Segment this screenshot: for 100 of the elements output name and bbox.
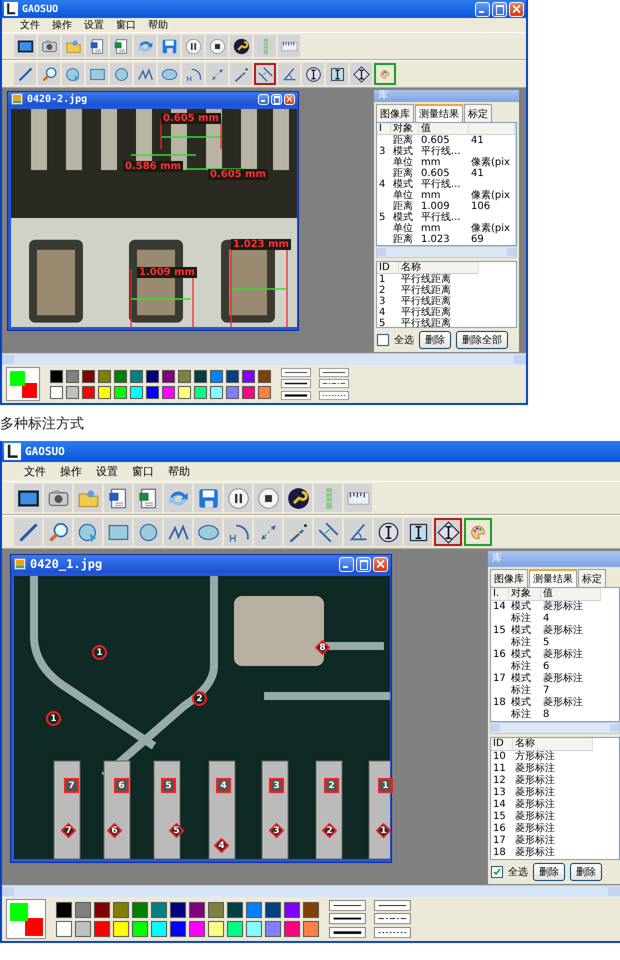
measurement-label: 0.586 mm — [123, 161, 183, 172]
column-header: 对象 — [509, 588, 541, 601]
list-item[interactable]: 11 — [491, 763, 513, 775]
window-title: GAOSUO — [25, 445, 66, 458]
table-cell-text: 平行线... — [420, 146, 462, 157]
tab[interactable]: 图像库 — [376, 104, 414, 122]
list-item[interactable]: 方形标注 — [513, 751, 593, 763]
diamond-marker: 5 — [169, 823, 184, 838]
table-cell-text: 模式 — [392, 179, 414, 190]
list-item[interactable]: 1 — [377, 274, 399, 285]
diamond-marker: 3 — [269, 823, 284, 838]
list-item[interactable]: 4 — [377, 307, 399, 318]
delete-all-button[interactable]: 删除 — [570, 863, 602, 881]
table-cell-text: 距离 — [392, 201, 414, 212]
column-header: 名称 — [399, 262, 479, 274]
tab[interactable]: 图像库 — [490, 569, 528, 587]
list-item[interactable]: 平行线距离 — [399, 318, 479, 327]
table-cell-text: 菱形标注 — [542, 697, 584, 709]
list-item[interactable]: 菱形标注 — [513, 775, 593, 787]
list-item[interactable]: 平行线距离 — [399, 274, 479, 285]
measurement-label: 0.605 mm — [208, 169, 268, 180]
menu-item[interactable]: 帮助 — [168, 464, 190, 479]
diamond-marker: 8 — [315, 640, 330, 655]
table-cell-text: 0.605 — [420, 168, 450, 179]
table-cell-text: 4 — [542, 613, 550, 624]
list-item[interactable]: 菱形标注 — [513, 835, 593, 847]
menu-item[interactable]: 操作 — [60, 464, 82, 479]
square-marker: 5 — [161, 778, 176, 793]
table-cell-text: 菱形标注 — [542, 649, 584, 661]
table-cell-text: 像素(pix — [470, 190, 511, 201]
menu-item[interactable]: 设置 — [96, 464, 118, 479]
table-cell-text: 41 — [470, 168, 485, 179]
square-marker: 7 — [64, 778, 79, 793]
list-item[interactable]: 14 — [491, 799, 513, 811]
tab[interactable]: 测量结果 — [529, 569, 577, 587]
list-item[interactable]: 15 — [491, 811, 513, 823]
diamond-marker: 6 — [107, 823, 122, 838]
table-cell-text: 5 — [542, 637, 550, 648]
list-item[interactable]: 17 — [491, 835, 513, 847]
list-item[interactable]: 平行线距离 — [399, 296, 479, 307]
table-cell-text: 4 — [378, 179, 386, 190]
list-item[interactable]: 16 — [491, 823, 513, 835]
menu-item[interactable]: 设置 — [84, 18, 104, 32]
table-cell-text: 单位 — [392, 157, 414, 168]
table-cell-text: 18 — [492, 697, 507, 709]
list-item[interactable]: 13 — [491, 787, 513, 799]
delete-all-button[interactable]: 删除全部 — [456, 331, 508, 349]
table-cell-text: 8 — [542, 709, 550, 721]
measurement-label: 0.605 mm — [161, 113, 221, 124]
list-item[interactable]: 18 — [491, 847, 513, 859]
table-cell-text: 69 — [470, 234, 485, 245]
list-item[interactable]: 菱形标注 — [513, 847, 593, 859]
list-item[interactable]: 平行线距离 — [399, 285, 479, 296]
list-item[interactable]: 平行线距离 — [399, 307, 479, 318]
table-cell-text: 模式 — [510, 601, 532, 612]
table-cell-text: 模式 — [510, 697, 532, 708]
list-item[interactable]: 菱形标注 — [513, 787, 593, 799]
menu-item[interactable]: 帮助 — [148, 18, 168, 32]
menu-item[interactable]: 窗口 — [132, 464, 154, 479]
column-header: 值 — [419, 123, 469, 135]
tab[interactable]: 测量结果 — [415, 104, 463, 122]
list-item[interactable]: 12 — [491, 775, 513, 787]
table-cell-text: 模式 — [392, 146, 414, 157]
list-item[interactable]: 5 — [377, 318, 399, 327]
tab[interactable]: 标定 — [578, 569, 606, 587]
menu-item[interactable]: 操作 — [52, 18, 72, 32]
list-item[interactable]: 菱形标注 — [513, 811, 593, 823]
list-item[interactable]: 菱形标注 — [513, 823, 593, 835]
caption: 多种标注方式 — [0, 415, 85, 433]
list-item[interactable]: 2 — [377, 285, 399, 296]
table-cell-text: 平行线... — [420, 179, 462, 190]
table-cell-text: 单位 — [392, 190, 414, 201]
table-cell-text: 106 — [470, 201, 492, 212]
table-cell-text: 平行线... — [420, 212, 462, 223]
column-header: I — [377, 123, 391, 135]
list-item[interactable]: 3 — [377, 296, 399, 307]
menu-item[interactable]: 文件 — [20, 18, 40, 32]
table-cell-text: 模式 — [510, 649, 532, 660]
column-header: I. — [491, 588, 509, 601]
list-item[interactable]: 10 — [491, 751, 513, 763]
table-cell-text: 1.023 — [420, 234, 451, 245]
window-title: GAOSUO — [22, 4, 60, 14]
list-item[interactable]: 菱形标注 — [513, 799, 593, 811]
menu-item[interactable]: 窗口 — [116, 18, 136, 32]
diamond-marker: 7 — [61, 823, 76, 838]
table-cell-text: 标注 — [510, 709, 532, 721]
table-cell-text: mm — [420, 190, 442, 201]
table-cell-text: 像素(pix — [470, 223, 511, 234]
table-cell-text: 标注 — [510, 613, 532, 624]
square-marker: 3 — [269, 778, 284, 793]
delete-button[interactable]: 删除 — [533, 863, 565, 881]
table-cell-text: 5 — [378, 212, 386, 223]
table-cell-text: 标注 — [510, 661, 532, 672]
delete-button[interactable]: 删除 — [419, 331, 451, 349]
list-item[interactable]: 菱形标注 — [513, 763, 593, 775]
table-cell-text: 模式 — [510, 625, 532, 636]
menu-item[interactable]: 文件 — [24, 464, 46, 479]
tab[interactable]: 标定 — [464, 104, 492, 122]
square-marker: 1 — [378, 778, 393, 793]
checkbox-label: 全选 — [394, 334, 414, 347]
